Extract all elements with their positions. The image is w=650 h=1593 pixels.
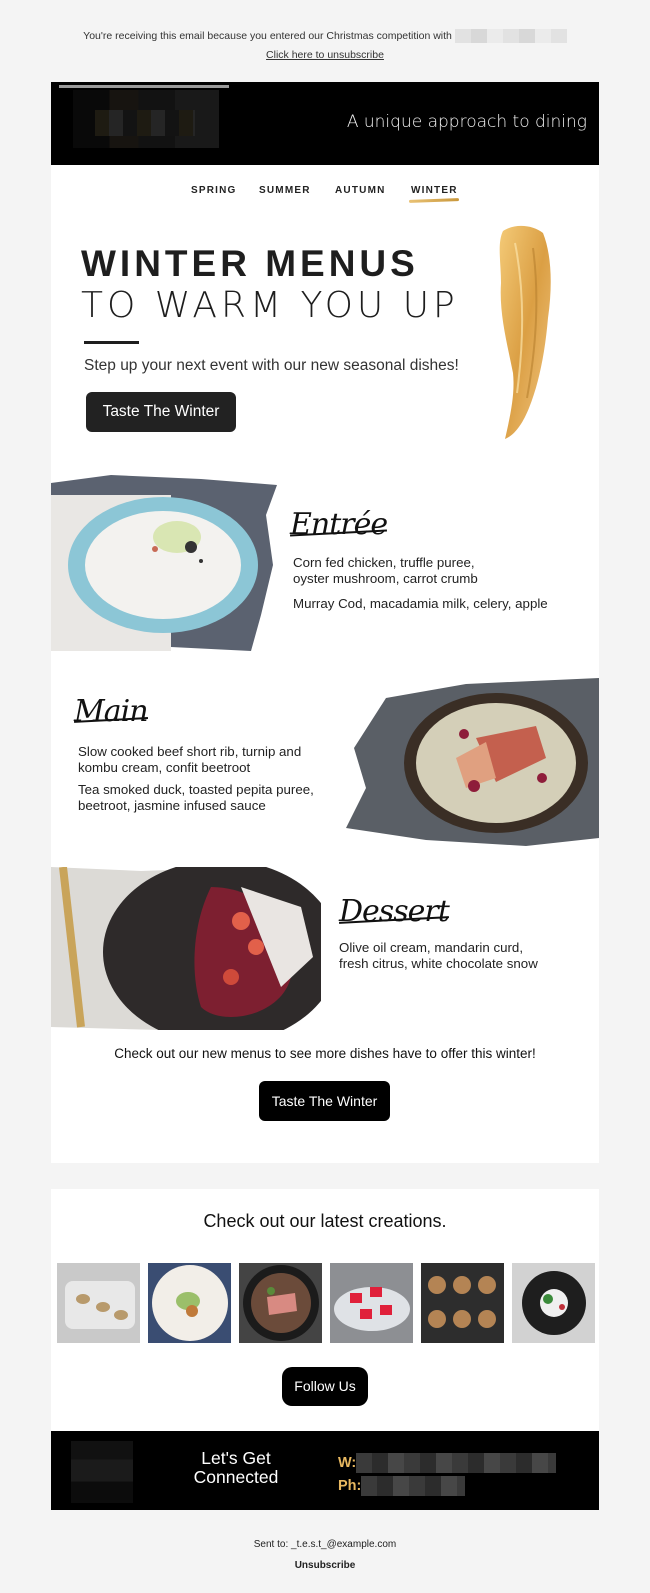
entree-dish-1-line1: Corn fed chicken, truffle puree, <box>293 555 475 570</box>
gallery-thumb-6-image <box>522 1271 586 1335</box>
redacted-website[interactable] <box>356 1453 556 1473</box>
header-tagline: A unique approach to dining <box>346 112 587 132</box>
hero-title-line2: TO WARM YOU UP <box>81 285 459 326</box>
footer-heading-line1: Let's Get <box>201 1448 271 1468</box>
gallery-thumb-5[interactable] <box>421 1263 504 1343</box>
dessert-dish-1-line2: fresh citrus, white chocolate snow <box>339 956 538 971</box>
footer-heading-line2: Connected <box>193 1467 279 1487</box>
main-dish-2: Tea smoked duck, toasted pepita puree, b… <box>78 782 314 814</box>
dessert-dish-1: Olive oil cream, mandarin curd, fresh ci… <box>339 940 538 972</box>
dessert-heading: Dessert <box>339 894 450 929</box>
preheader-notice: You're receiving this email because you … <box>0 29 650 43</box>
gallery-thumb-4-image <box>334 1287 410 1331</box>
email-header: A unique approach to dining <box>51 82 599 165</box>
dessert-photo <box>51 867 321 1030</box>
preheader-notice-text: You're receiving this email because you … <box>83 29 452 42</box>
gallery-thumb-5-image <box>428 1276 496 1328</box>
redacted-email <box>454 29 567 43</box>
brand-logo[interactable] <box>73 90 219 148</box>
unsubscribe-link-bottom[interactable]: Unsubscribe <box>0 1560 650 1571</box>
main-photo <box>346 678 599 846</box>
main-heading: Main <box>74 694 149 729</box>
nav-winter[interactable]: WINTER <box>411 185 458 196</box>
main-dish-1: Slow cooked beef short rib, turnip and k… <box>78 744 301 776</box>
main-dish-2-line1: Tea smoked duck, toasted pepita puree, <box>78 782 314 797</box>
footer-heading: Let's Get Connected <box>181 1449 291 1487</box>
gallery-thumb-1[interactable] <box>57 1263 140 1343</box>
hero-divider <box>84 341 139 344</box>
footer-logo[interactable] <box>71 1441 133 1503</box>
closing-text: Check out our new menus to see more dish… <box>114 1046 536 1061</box>
hero-subtitle: Step up your next event with our new sea… <box>84 357 459 374</box>
redacted-phone[interactable] <box>361 1476 465 1496</box>
active-nav-underline <box>408 198 460 203</box>
gallery-thumb-3-image <box>243 1265 319 1341</box>
entree-dish-2: Murray Cod, macadamia milk, celery, appl… <box>293 596 548 611</box>
main-dish-1-line2: kombu cream, confit beetroot <box>78 760 251 775</box>
gallery-thumb-1-image <box>65 1281 135 1329</box>
gallery-thumb-6[interactable] <box>512 1263 595 1343</box>
nav-summer[interactable]: SUMMER <box>259 185 311 196</box>
nav-autumn[interactable]: AUTUMN <box>335 185 386 196</box>
entree-dish-1-line2: oyster mushroom, carrot crumb <box>293 571 478 586</box>
header-accent-bar <box>59 85 229 88</box>
main-dish-1-line1: Slow cooked beef short rib, turnip and <box>78 744 302 759</box>
taste-the-winter-button[interactable]: Taste The Winter <box>86 392 236 432</box>
email-footer: Let's Get Connected W: Ph: <box>51 1431 599 1510</box>
season-nav: SPRING SUMMER AUTUMN WINTER <box>51 165 599 215</box>
entree-heading: Entrée <box>290 507 388 542</box>
gallery-title: Check out our latest creations. <box>203 1211 447 1231</box>
follow-us-button[interactable]: Follow Us <box>282 1367 368 1406</box>
hero-title-line1: WINTER MENUS <box>81 243 419 284</box>
gallery-thumb-2[interactable] <box>148 1263 231 1343</box>
gallery-thumb-3[interactable] <box>239 1263 322 1343</box>
dessert-dish-1-line1: Olive oil cream, mandarin curd, <box>339 940 524 955</box>
gallery-thumb-4[interactable] <box>330 1263 413 1343</box>
entree-photo <box>51 475 277 651</box>
gold-brush-stroke <box>499 225 551 439</box>
unsubscribe-link-top[interactable]: Click here to unsubscribe <box>0 49 650 61</box>
main-dish-2-line2: beetroot, jasmine infused sauce <box>78 798 266 813</box>
gallery-thumb-2-image <box>152 1265 228 1341</box>
sent-to-text: Sent to: _t.e.s.t_@example.com <box>253 1539 397 1550</box>
entree-dish-1: Corn fed chicken, truffle puree, oyster … <box>293 555 478 587</box>
taste-the-winter-button-2[interactable]: Taste The Winter <box>259 1081 390 1121</box>
footer-phone-label: Ph: <box>338 1478 362 1494</box>
nav-spring[interactable]: SPRING <box>191 185 237 196</box>
footer-web-label: W: <box>338 1455 357 1471</box>
